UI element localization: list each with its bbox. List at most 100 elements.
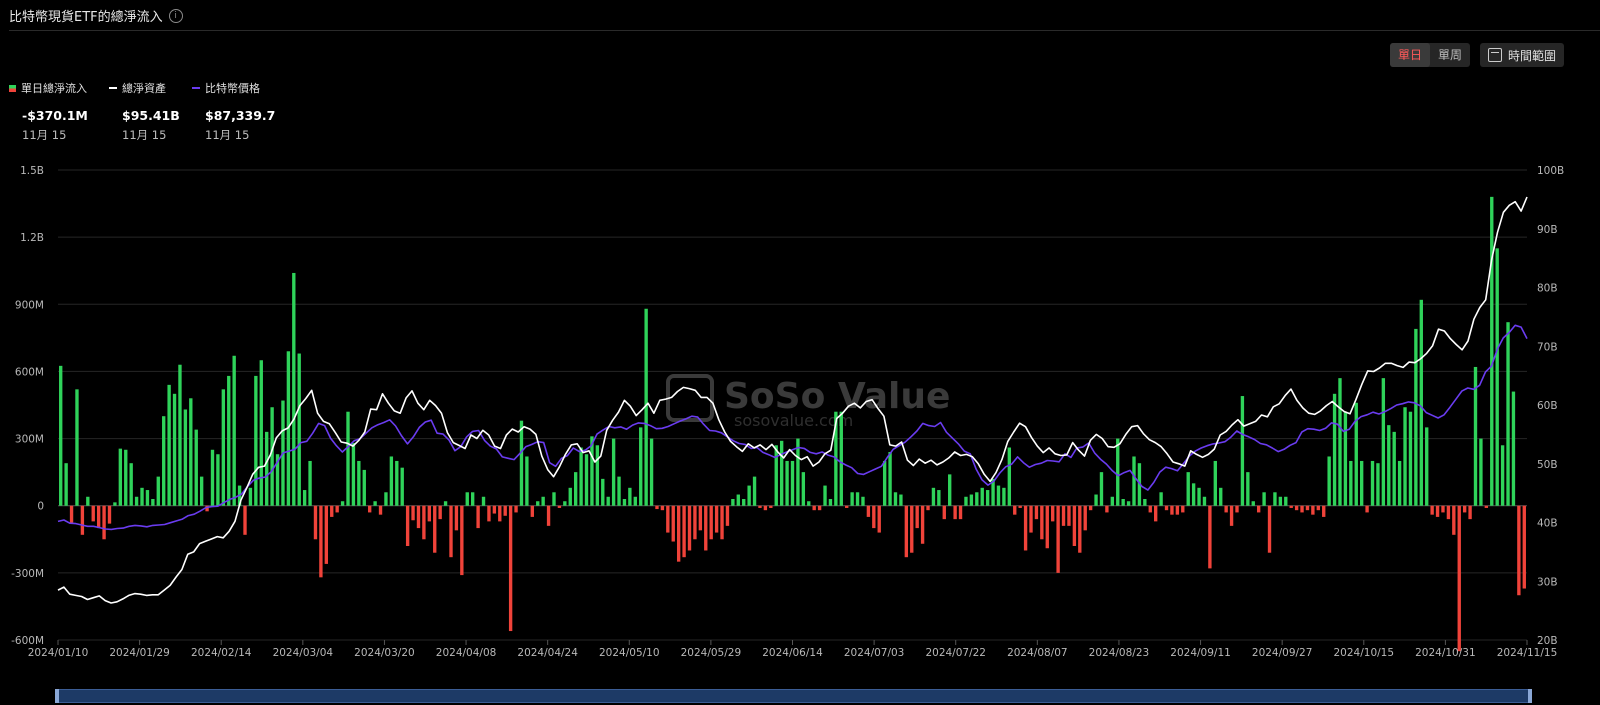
flow-bar (297, 353, 301, 506)
flow-bar (340, 501, 345, 506)
flow-bar (958, 505, 963, 520)
flow-bar (335, 505, 339, 513)
flow-bar (725, 505, 730, 526)
flow-bar (422, 505, 426, 540)
flow-bar (1181, 505, 1185, 513)
flow-bar (519, 420, 524, 506)
flow-bar (75, 389, 79, 506)
flow-bar (259, 360, 263, 506)
flow-bar (113, 502, 117, 506)
flow-bar (1305, 505, 1310, 511)
flow-bar (265, 431, 269, 506)
flow-bar (460, 505, 464, 576)
flow-bar (454, 505, 459, 531)
flow-bar (69, 505, 74, 523)
flow-bar (151, 499, 155, 506)
flow-bar (1490, 196, 1494, 506)
flow-bar (492, 505, 497, 514)
flow-bar (1517, 505, 1521, 596)
flow-bar (64, 463, 68, 506)
flow-bar (541, 496, 545, 506)
flow-bar (617, 476, 621, 506)
flow-bar (980, 487, 984, 506)
flow-bar (926, 505, 930, 511)
flow-bar (183, 409, 188, 506)
flow-bar (1381, 378, 1386, 506)
flow-bar (1240, 396, 1245, 506)
flow-bar (698, 505, 703, 531)
flow-bar (357, 460, 361, 506)
flow-bar (872, 505, 876, 529)
flow-bar (948, 474, 952, 506)
flow-bar (573, 472, 578, 506)
flow-bar (1121, 499, 1125, 506)
x-tick-label: 2024/10/15 (1334, 647, 1395, 659)
flow-bar (1430, 505, 1434, 515)
flow-bar (861, 496, 865, 506)
flow-bar (1045, 505, 1049, 549)
flow-bar (308, 460, 312, 506)
flow-bar (1099, 472, 1104, 506)
x-tick-label: 2024/04/08 (436, 647, 497, 659)
flow-bar (405, 505, 410, 546)
flow-bar (1213, 460, 1217, 506)
flow-bar (1332, 393, 1337, 506)
flow-bar (362, 469, 366, 506)
flow-bar (1359, 460, 1364, 506)
flow-bar (1446, 505, 1451, 520)
flow-bar (1278, 496, 1283, 506)
flow-bar (628, 487, 632, 506)
scroller-left-handle[interactable] (55, 689, 59, 703)
flow-bar (411, 505, 415, 521)
flow-bar (416, 505, 421, 529)
etf-flow-chart[interactable]: SoSo Value sosovalue.com -600M -300M 0 300M… (0, 0, 1600, 705)
y-right-tick-label: 50B (1537, 459, 1558, 471)
flow-bar (346, 411, 350, 506)
flow-bar (1392, 431, 1396, 506)
flow-bar (1040, 505, 1044, 540)
flow-bar (622, 499, 627, 506)
flow-bar (487, 505, 491, 522)
flow-bar (568, 487, 572, 506)
flow-bar (503, 505, 507, 516)
flow-bar (107, 505, 112, 524)
flow-bar (720, 505, 724, 540)
flow-bar (1202, 496, 1207, 506)
flow-bar (1251, 501, 1255, 506)
scroller-right-handle[interactable] (1528, 689, 1532, 703)
flow-bar (1511, 391, 1516, 506)
flow-bar (1425, 427, 1429, 506)
flow-bar (1116, 438, 1120, 506)
x-tick-label: 2024/09/27 (1252, 647, 1313, 659)
flow-bar (964, 496, 968, 506)
flow-bar (828, 499, 833, 506)
flow-bar (1349, 460, 1353, 506)
flow-bar (91, 505, 95, 522)
flow-bar (1154, 505, 1158, 522)
flow-bar (313, 505, 318, 540)
flow-bar (639, 427, 643, 506)
flow-bar (931, 487, 936, 506)
flow-bar (671, 505, 675, 542)
flow-bar (221, 389, 226, 506)
time-range-scroller[interactable] (55, 689, 1532, 703)
flow-bar (807, 501, 811, 506)
flow-bar (942, 505, 946, 520)
flow-bar (1002, 487, 1006, 506)
flow-bar (975, 492, 979, 506)
flow-bar (1208, 505, 1212, 569)
flow-bar (812, 505, 816, 511)
flow-bar (118, 448, 123, 506)
flow-bar (292, 272, 296, 506)
flow-bar (438, 505, 442, 520)
flow-bar (471, 492, 475, 506)
flow-bar (693, 505, 697, 540)
flow-bar (1088, 505, 1093, 511)
y-right-tick-label: 40B (1537, 518, 1558, 530)
flow-bar (129, 463, 133, 506)
flow-bar (373, 501, 377, 506)
x-tick-label: 2024/08/07 (1007, 647, 1068, 659)
flow-bar (449, 505, 453, 558)
flow-bar (167, 384, 171, 506)
flow-bar (1197, 487, 1201, 506)
